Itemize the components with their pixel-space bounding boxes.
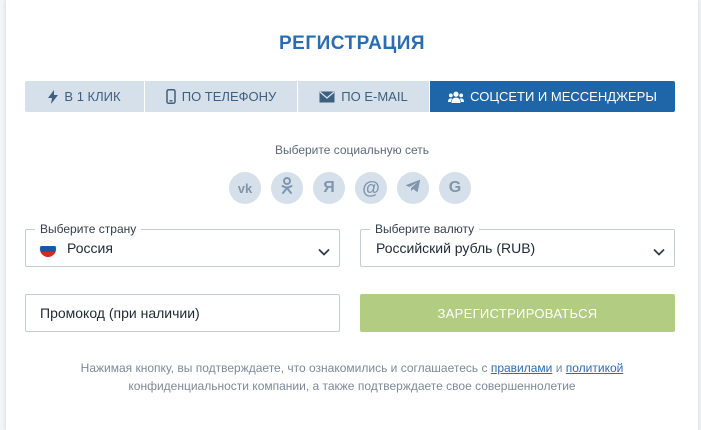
social-network-list: vk Я @ G: [229, 172, 471, 204]
policy-link[interactable]: политикой: [566, 361, 624, 375]
chevron-down-icon: [653, 243, 665, 261]
yandex-button[interactable]: Я: [313, 172, 345, 204]
terms-text: Нажимая кнопку, вы подтверждаете, что оз…: [80, 361, 491, 375]
registration-modal: РЕГИСТРАЦИЯ В 1 КЛИК ПО ТЕЛЕФОНУ ПО E-MA…: [6, 0, 698, 430]
telegram-button[interactable]: [397, 172, 429, 204]
tab-label: В 1 КЛИК: [64, 89, 121, 104]
registration-tabs: В 1 КЛИК ПО ТЕЛЕФОНУ ПО E-MAIL СОЦСЕТИ И…: [25, 81, 675, 112]
odnoklassniki-icon: [281, 177, 293, 199]
telegram-icon: [405, 179, 421, 198]
register-button[interactable]: ЗАРЕГИСТРИРОВАТЬСЯ: [360, 294, 675, 332]
tab-phone[interactable]: ПО ТЕЛЕФОНУ: [145, 81, 298, 112]
tab-label: ПО ТЕЛЕФОНУ: [181, 89, 277, 104]
social-prompt: Выберите социальную сеть: [274, 143, 430, 157]
currency-value: Российский рубль (RUB): [376, 240, 536, 256]
vk-button[interactable]: vk: [229, 172, 261, 204]
tab-one-click[interactable]: В 1 КЛИК: [25, 81, 145, 112]
terms-notice: Нажимая кнопку, вы подтверждаете, что оз…: [46, 359, 658, 395]
tab-label: СОЦСЕТИ И МЕССЕНДЖЕРЫ: [470, 89, 657, 104]
lightning-icon: [48, 89, 59, 104]
country-select[interactable]: Выберите страну Россия: [25, 222, 340, 267]
envelope-icon: [319, 91, 335, 103]
chevron-down-icon: [318, 243, 330, 261]
terms-conjunction: и: [552, 361, 566, 375]
mailru-icon: @: [362, 177, 380, 198]
vk-icon: vk: [237, 180, 253, 196]
users-icon: [448, 91, 465, 103]
tab-label: ПО E-MAIL: [341, 89, 408, 104]
country-value: Россия: [67, 240, 113, 256]
currency-select[interactable]: Выберите валюту Российский рубль (RUB): [360, 222, 675, 267]
odnoklassniki-button[interactable]: [271, 172, 303, 204]
rules-link[interactable]: правилами: [491, 361, 553, 375]
yandex-icon: Я: [323, 179, 335, 196]
russia-flag-icon: [40, 241, 56, 257]
tab-social-messengers[interactable]: СОЦСЕТИ И МЕССЕНДЖЕРЫ: [430, 81, 675, 112]
google-icon: G: [448, 179, 462, 196]
google-button[interactable]: G: [439, 172, 471, 204]
mailru-button[interactable]: @: [355, 172, 387, 204]
terms-text-continued: конфиденциальности компании, а также под…: [128, 379, 576, 393]
country-label: Выберите страну: [35, 222, 142, 236]
currency-label: Выберите валюту: [370, 222, 480, 236]
page-title: РЕГИСТРАЦИЯ: [278, 33, 426, 54]
promo-code-input[interactable]: Промокод (при наличии): [25, 294, 340, 332]
phone-icon: [165, 89, 176, 104]
tab-email[interactable]: ПО E-MAIL: [298, 81, 430, 112]
